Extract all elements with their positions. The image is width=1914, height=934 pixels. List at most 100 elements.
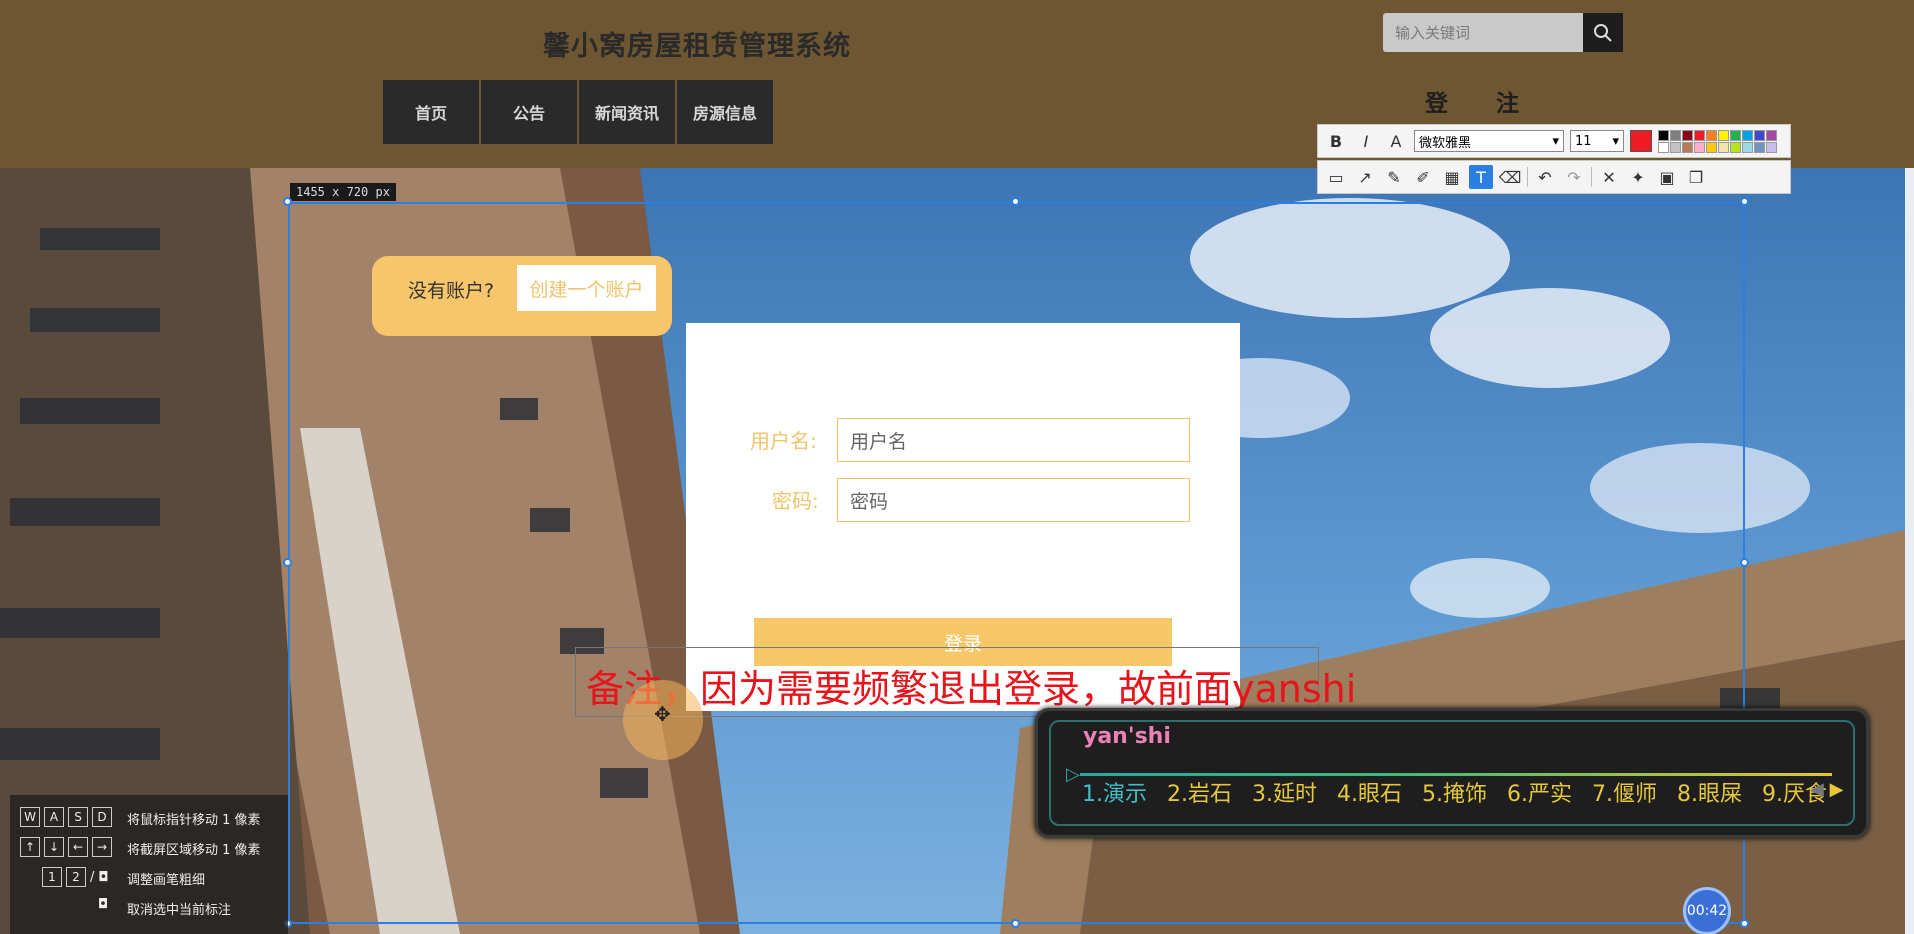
ime-candidate[interactable]: 4.眼石 xyxy=(1337,776,1402,808)
current-color-swatch[interactable] xyxy=(1630,130,1652,152)
copy-icon[interactable]: ❐ xyxy=(1684,165,1708,189)
search-input[interactable]: 输入关键词 xyxy=(1383,13,1586,52)
shortcut-row: ↑ ↓ ← → xyxy=(20,837,112,857)
search-icon xyxy=(1594,23,1612,42)
redo-icon[interactable]: ↷ xyxy=(1562,165,1586,189)
pin-icon[interactable]: ✦ xyxy=(1626,165,1650,189)
color-swatch[interactable] xyxy=(1658,141,1669,153)
toolbar-divider xyxy=(1591,167,1592,187)
color-swatch[interactable] xyxy=(1742,129,1753,141)
color-swatch[interactable] xyxy=(1718,141,1729,153)
selection-handle-mr[interactable] xyxy=(1740,558,1749,567)
pen-icon[interactable]: ✎ xyxy=(1382,165,1406,189)
selection-handle-br[interactable] xyxy=(1740,919,1749,928)
selection-handle-bm[interactable] xyxy=(1011,919,1020,928)
selection-size-label: 1455 x 720 px xyxy=(290,183,396,201)
ime-candidate[interactable]: 1.演示 xyxy=(1082,776,1147,808)
nav-notice[interactable]: 公告 xyxy=(481,80,577,144)
text-annotation[interactable]: 备注，因为需要频繁退出登录，故前面yanshi xyxy=(586,658,1356,713)
color-swatch[interactable] xyxy=(1766,141,1777,153)
color-palette xyxy=(1658,129,1777,153)
key-down: ↓ xyxy=(44,837,64,857)
key-left: ← xyxy=(68,837,88,857)
ime-candidate[interactable]: 2.岩石 xyxy=(1167,776,1232,808)
create-account-button[interactable]: 创建一个账户 xyxy=(517,265,656,311)
ime-candidate[interactable]: 5.掩饰 xyxy=(1422,776,1487,808)
recording-timer[interactable]: 00:42 xyxy=(1683,887,1731,934)
mosaic-icon[interactable]: ▦ xyxy=(1440,165,1464,189)
color-swatch[interactable] xyxy=(1718,129,1729,141)
login-register-links[interactable]: 登 注 xyxy=(1425,84,1539,118)
password-input[interactable]: 密码 xyxy=(837,478,1190,522)
main-nav: 首页 公告 新闻资讯 房源信息 xyxy=(383,80,773,144)
color-swatch[interactable] xyxy=(1670,129,1681,141)
text-format-toolbar: B I A 微软雅黑 ▾ 11 ▾ xyxy=(1317,124,1791,158)
color-swatch[interactable] xyxy=(1682,129,1693,141)
mouse-right-click-icon: ◘ xyxy=(98,897,109,912)
color-swatch[interactable] xyxy=(1670,141,1681,153)
line-icon[interactable]: ↗ xyxy=(1353,165,1377,189)
selection-handle-tl[interactable] xyxy=(283,197,292,206)
color-swatch[interactable] xyxy=(1682,141,1693,153)
move-cursor-icon: ✥ xyxy=(654,702,671,726)
color-swatch[interactable] xyxy=(1706,141,1717,153)
color-swatch[interactable] xyxy=(1754,129,1765,141)
username-input[interactable]: 用户名 xyxy=(837,418,1190,462)
ime-candidate[interactable]: 6.严实 xyxy=(1507,776,1572,808)
key-1: 1 xyxy=(42,867,62,887)
site-title: 馨小窝房屋租赁管理系统 xyxy=(543,31,851,62)
shortcut-row: ◘ xyxy=(98,897,108,912)
italic-button[interactable]: I xyxy=(1354,129,1378,153)
undo-icon[interactable]: ↶ xyxy=(1533,165,1557,189)
play-icon: ▷ xyxy=(1066,764,1080,785)
color-swatch[interactable] xyxy=(1694,129,1705,141)
rect-icon[interactable]: ▭ xyxy=(1324,165,1348,189)
no-account-text: 没有账户? xyxy=(408,280,495,302)
chevron-down-icon: ▾ xyxy=(1552,133,1559,149)
annotation-toolbar: ▭ ↗ ✎ ✐ ▦ T ⌫ ↶ ↷ ✕ ✦ ▣ ❐ xyxy=(1317,160,1791,194)
shortcut-desc: 将截屏区域移动 1 像素 xyxy=(127,843,261,858)
close-icon[interactable]: ✕ xyxy=(1597,165,1621,189)
shortcut-row: W A S D xyxy=(20,807,112,827)
search-button[interactable] xyxy=(1583,13,1623,52)
font-select[interactable]: 微软雅黑 ▾ xyxy=(1414,130,1564,152)
username-label: 用户名: xyxy=(750,429,817,453)
key-2: 2 xyxy=(66,867,86,887)
nav-listings[interactable]: 房源信息 xyxy=(677,80,773,144)
color-swatch[interactable] xyxy=(1706,129,1717,141)
ime-page-arrows-icon[interactable]: ◀ ▶ xyxy=(1810,779,1843,800)
ime-candidate[interactable]: 7.偃师 xyxy=(1592,776,1657,808)
marker-icon[interactable]: ✐ xyxy=(1411,165,1435,189)
color-swatch[interactable] xyxy=(1754,141,1765,153)
save-icon[interactable]: ▣ xyxy=(1655,165,1679,189)
shortcut-row: 1 2 / ◘ xyxy=(42,867,109,887)
color-swatch[interactable] xyxy=(1658,129,1669,141)
key-w: W xyxy=(20,807,40,827)
outline-text-button[interactable]: A xyxy=(1384,129,1408,153)
color-swatch[interactable] xyxy=(1766,129,1777,141)
shortcut-help-panel: W A S D 将鼠标指针移动 1 像素 ↑ ↓ ← → 将截屏区域移动 1 像… xyxy=(10,795,288,934)
chevron-down-icon: ▾ xyxy=(1612,133,1619,149)
ime-candidate[interactable]: 3.延时 xyxy=(1252,776,1317,808)
page-scrollbar[interactable] xyxy=(1905,168,1914,934)
color-swatch[interactable] xyxy=(1730,129,1741,141)
key-d: D xyxy=(92,807,112,827)
color-swatch[interactable] xyxy=(1694,141,1705,153)
nav-news[interactable]: 新闻资讯 xyxy=(579,80,675,144)
eraser-icon[interactable]: ⌫ xyxy=(1498,165,1522,189)
selection-handle-tr[interactable] xyxy=(1740,197,1749,206)
color-swatch[interactable] xyxy=(1742,141,1753,153)
text-icon[interactable]: T xyxy=(1469,165,1493,189)
font-size-select[interactable]: 11 ▾ xyxy=(1570,130,1624,152)
shortcut-desc: 取消选中当前标注 xyxy=(127,903,232,918)
selection-handle-tm[interactable] xyxy=(1011,197,1020,206)
key-s: S xyxy=(68,807,88,827)
shortcut-desc: 调整画笔粗细 xyxy=(127,873,206,888)
ime-candidate[interactable]: 8.眼屎 xyxy=(1677,776,1742,808)
nav-home[interactable]: 首页 xyxy=(383,80,479,144)
ime-pinyin: yan'shi xyxy=(1083,724,1171,749)
key-a: A xyxy=(44,807,64,827)
bold-button[interactable]: B xyxy=(1324,129,1348,153)
color-swatch[interactable] xyxy=(1730,141,1741,153)
selection-handle-ml[interactable] xyxy=(283,558,292,567)
